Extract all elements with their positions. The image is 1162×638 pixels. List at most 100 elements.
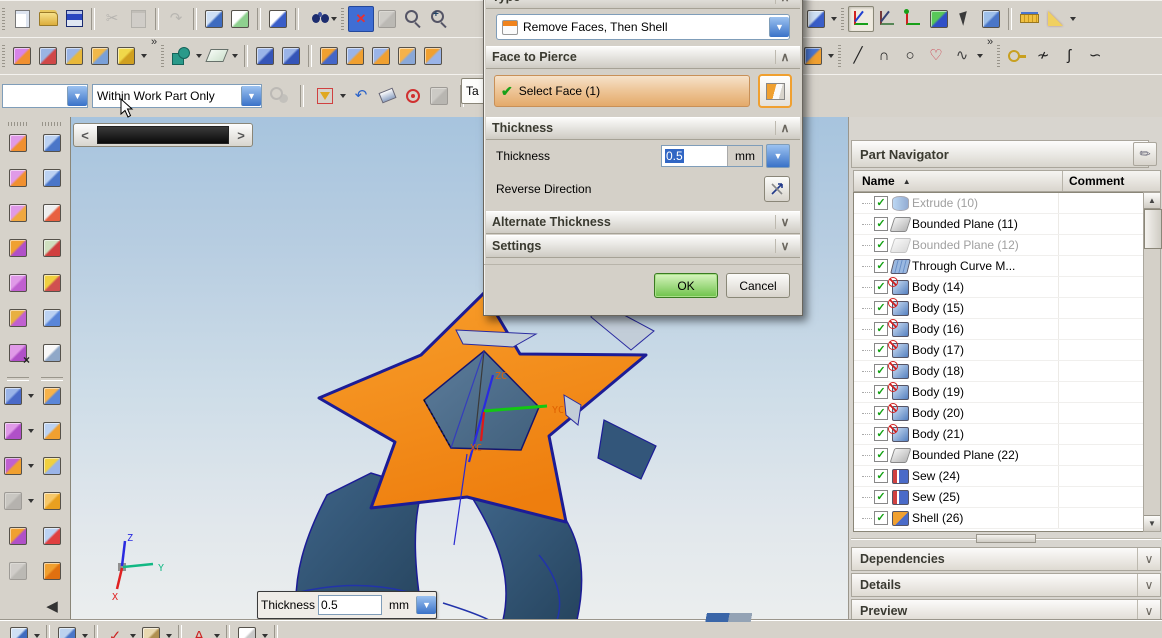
- snap-point-icon[interactable]: [400, 83, 426, 109]
- pattern-face-icon[interactable]: [0, 418, 26, 444]
- tree-item-bounded-plane-12[interactable]: ✓ Bounded Plane (12): [854, 235, 1144, 256]
- fill-view-icon[interactable]: [374, 6, 400, 32]
- settings-header[interactable]: Settings ∨: [486, 235, 800, 258]
- raise-datum-icon[interactable]: [87, 43, 113, 69]
- visibility-checkbox[interactable]: ✓: [874, 301, 888, 315]
- selection-filter-dropdown-icon[interactable]: [340, 93, 346, 98]
- tree-scrollbar[interactable]: ▲ ▼: [1143, 192, 1162, 532]
- refresh-view-icon[interactable]: [201, 6, 227, 32]
- find-component-dropdown-icon[interactable]: [331, 16, 337, 21]
- slider-left-icon[interactable]: <: [74, 125, 96, 145]
- expand-icon[interactable]: ∨: [775, 239, 794, 253]
- group-face-icon[interactable]: [5, 523, 31, 549]
- status-flag-dropdown-icon[interactable]: [214, 634, 220, 638]
- face-blend-icon[interactable]: [342, 43, 368, 69]
- toolbar-grip[interactable]: [2, 44, 5, 67]
- wave-sheet-icon[interactable]: [39, 523, 65, 549]
- edge-blend-icon[interactable]: [368, 43, 394, 69]
- block-icon[interactable]: [316, 43, 342, 69]
- through-curves-icon[interactable]: [39, 130, 65, 156]
- frame-slider[interactable]: < >: [73, 123, 253, 147]
- new-feature-dropdown-icon[interactable]: [831, 16, 837, 21]
- arc-icon[interactable]: ∩: [871, 43, 897, 69]
- tree-item-bounded-plane-11[interactable]: ✓ Bounded Plane (11): [854, 214, 1144, 235]
- part-navigator-title[interactable]: Part Navigator: [851, 140, 1149, 168]
- status-hand-icon[interactable]: [138, 623, 164, 638]
- through-curve-mesh-icon[interactable]: [39, 165, 65, 191]
- measure-angle-icon[interactable]: [1042, 6, 1068, 32]
- move-object-dropdown-icon[interactable]: [141, 53, 147, 58]
- thickness-input[interactable]: 0.5 mm: [661, 145, 763, 167]
- tree-item-shell-26[interactable]: ✓ Shell (26): [854, 508, 1144, 529]
- visibility-checkbox[interactable]: ✓: [874, 238, 888, 252]
- chevron-down-icon[interactable]: ▼: [416, 596, 437, 614]
- open-file-icon[interactable]: [35, 6, 61, 32]
- thickness-section-header[interactable]: Thickness ∧: [486, 117, 800, 140]
- studio-spline-dropdown-icon[interactable]: [977, 53, 983, 58]
- collapse-icon[interactable]: ∧: [775, 121, 794, 135]
- bend-sheet-icon[interactable]: [39, 418, 65, 444]
- shell-tool-dropdown-icon[interactable]: [828, 53, 834, 58]
- visibility-checkbox[interactable]: ✓: [874, 259, 888, 273]
- tree-item-body-15[interactable]: ✓ Body (15): [854, 297, 1144, 319]
- paste-icon[interactable]: [125, 6, 151, 32]
- sketch-dropdown-icon[interactable]: [196, 53, 203, 58]
- grayed-feature-dropdown-icon[interactable]: [28, 499, 34, 503]
- status-flag-icon[interactable]: A: [186, 623, 212, 638]
- visibility-checkbox[interactable]: ✓: [874, 280, 888, 294]
- scroll-up-icon[interactable]: ▲: [1144, 193, 1160, 209]
- scroll-down-icon[interactable]: ▼: [1144, 515, 1160, 531]
- reverse-direction-button[interactable]: [764, 176, 790, 202]
- toolbar-grip[interactable]: [341, 7, 344, 30]
- shell-type-combo[interactable]: Remove Faces, Then Shell ▼: [496, 14, 790, 40]
- visibility-checkbox[interactable]: ✓: [874, 217, 888, 231]
- offset-region-icon[interactable]: [5, 200, 31, 226]
- scroll-thumb[interactable]: [1144, 209, 1162, 249]
- panel-bar-details[interactable]: Details ∨: [851, 573, 1161, 597]
- cancel-button[interactable]: Cancel: [726, 273, 790, 298]
- surface-analysis-icon[interactable]: [39, 235, 65, 261]
- chevron-down-icon[interactable]: ▼: [67, 85, 87, 106]
- bridge-curve-icon[interactable]: ∽: [1082, 43, 1108, 69]
- resize-view-icon[interactable]: [227, 6, 253, 32]
- save-icon[interactable]: [61, 6, 87, 32]
- sheet-brush-icon[interactable]: [39, 340, 65, 366]
- visibility-checkbox[interactable]: ✓: [874, 469, 888, 483]
- expand-icon[interactable]: ∨: [775, 215, 794, 229]
- flatten-sheet-icon[interactable]: [39, 453, 65, 479]
- select-tool-icon[interactable]: [952, 6, 978, 32]
- delete-face-icon[interactable]: ×: [5, 340, 31, 366]
- visibility-checkbox[interactable]: ✓: [874, 448, 888, 462]
- section-surface-icon[interactable]: [61, 43, 87, 69]
- zoom-in-out-icon[interactable]: +: [426, 6, 452, 32]
- copy-face-icon[interactable]: [0, 383, 26, 409]
- visibility-checkbox[interactable]: ✓: [874, 385, 888, 399]
- visibility-checkbox[interactable]: ✓: [874, 427, 888, 441]
- new-feature-icon[interactable]: [803, 6, 829, 32]
- deselect-tool-icon[interactable]: [978, 6, 1004, 32]
- information-icon[interactable]: [265, 6, 291, 32]
- grayed-feature-icon[interactable]: [0, 488, 26, 514]
- expand-icon[interactable]: ∨: [1137, 600, 1160, 622]
- status-tool-1-dropdown-icon[interactable]: [34, 634, 40, 638]
- dynamic-csys-icon[interactable]: [848, 5, 874, 32]
- type-section-header[interactable]: Type ∧: [486, 0, 800, 9]
- edit-cross-section-icon[interactable]: [0, 453, 26, 479]
- line-icon[interactable]: ╱: [845, 43, 871, 69]
- tree-column-header[interactable]: Name ▲ Comment: [853, 170, 1161, 192]
- tree-item-body-19[interactable]: ✓ Body (19): [854, 381, 1144, 403]
- offset-surface-icon[interactable]: [39, 383, 65, 409]
- cone-icon[interactable]: [252, 43, 278, 69]
- datum-plane-icon[interactable]: [204, 43, 230, 69]
- trimmed-sheet-icon[interactable]: [39, 305, 65, 331]
- fit-view-icon[interactable]: [348, 5, 374, 32]
- collapse-toolbar-icon[interactable]: ◀: [39, 593, 65, 619]
- assembly-update-icon[interactable]: [266, 83, 292, 109]
- visibility-checkbox[interactable]: ✓: [874, 343, 888, 357]
- face-to-pierce-header[interactable]: Face to Pierce ∧: [486, 46, 800, 69]
- status-tool-1-icon[interactable]: [6, 623, 32, 638]
- pin-button[interactable]: ✎: [1133, 142, 1157, 166]
- slider-right-icon[interactable]: >: [230, 125, 252, 145]
- collapse-icon[interactable]: ∧: [775, 0, 794, 4]
- select-face-row[interactable]: ✔ Select Face (1): [494, 75, 750, 107]
